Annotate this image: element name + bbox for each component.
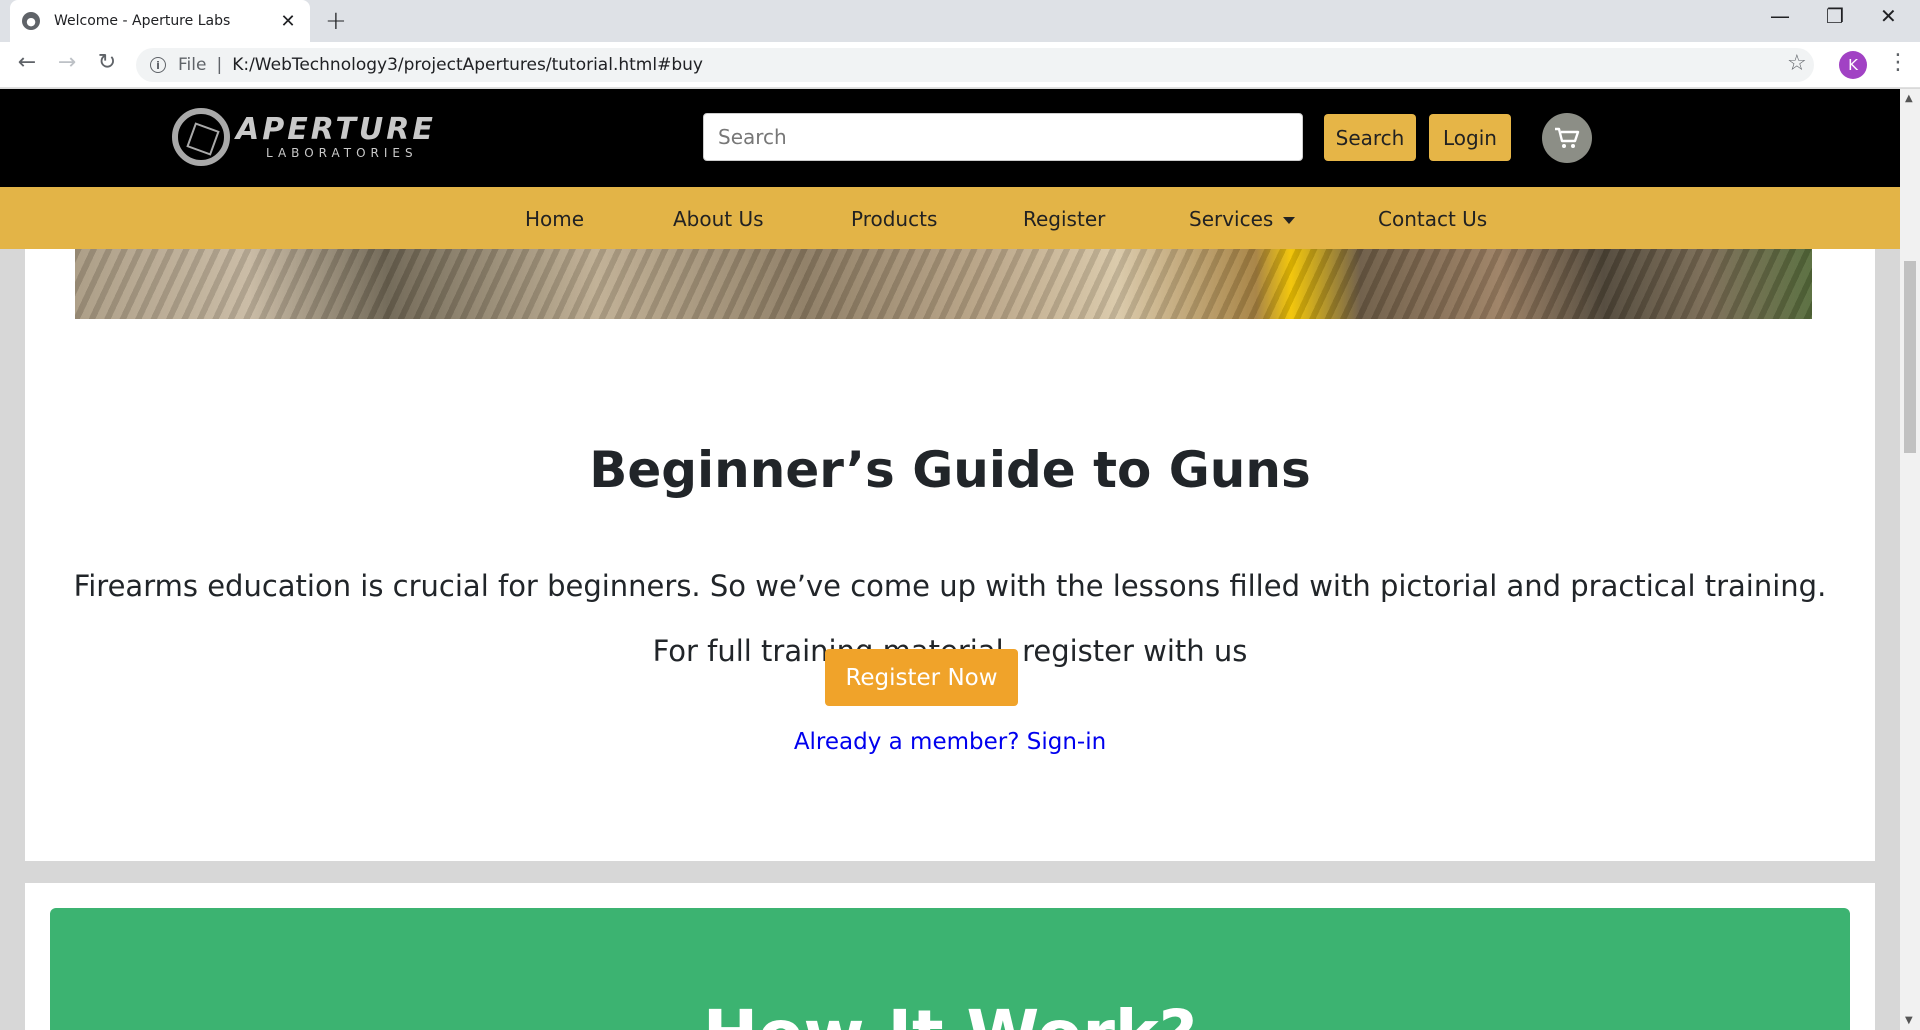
search-input[interactable] xyxy=(703,113,1303,161)
globe-icon: ● xyxy=(22,12,40,30)
scrollbar-thumb[interactable] xyxy=(1904,261,1916,453)
page-scrollbar[interactable]: ▲ ▼ xyxy=(1900,89,1920,1030)
nav-contact-us[interactable]: Contact Us xyxy=(1378,207,1487,231)
logo-word: APERTURE xyxy=(236,112,436,147)
forward-icon[interactable]: → xyxy=(52,50,82,75)
site-header: APERTURE LABORATORIES Search Login xyxy=(0,89,1900,187)
search-button[interactable]: Search xyxy=(1324,114,1416,161)
url-text: K:/WebTechnology3/projectApertures/tutor… xyxy=(232,55,703,75)
cart-icon xyxy=(1555,127,1580,148)
nav-about-us[interactable]: About Us xyxy=(673,207,764,231)
guide-section: Beginner’s Guide to Guns Firearms educat… xyxy=(25,249,1875,861)
info-icon[interactable]: i xyxy=(150,57,166,73)
restore-icon[interactable]: ❐ xyxy=(1826,4,1844,28)
how-it-works-section: How It Work? xyxy=(25,883,1875,1030)
main-nav: Home About Us Products Register Services… xyxy=(0,187,1900,249)
nav-services[interactable]: Services xyxy=(1189,207,1296,231)
reload-icon[interactable]: ↻ xyxy=(92,50,122,75)
browser-tab-bar: ● Welcome - Aperture Labs ✕ + — ❐ ✕ xyxy=(0,0,1920,42)
minimize-icon[interactable]: — xyxy=(1770,4,1790,28)
nav-register[interactable]: Register xyxy=(1023,207,1105,231)
close-tab-icon[interactable]: ✕ xyxy=(278,11,298,32)
window-close-icon[interactable]: ✕ xyxy=(1880,4,1897,28)
nav-products[interactable]: Products xyxy=(851,207,937,231)
tab-title: Welcome - Aperture Labs xyxy=(54,13,231,29)
profile-avatar[interactable]: K xyxy=(1839,51,1867,79)
browser-tab[interactable]: ● Welcome - Aperture Labs ✕ xyxy=(10,0,310,42)
omnibox[interactable]: i File | K:/WebTechnology3/projectApertu… xyxy=(136,48,1814,82)
aperture-logo[interactable]: APERTURE LABORATORIES xyxy=(172,108,436,166)
guide-title: Beginner’s Guide to Guns xyxy=(589,441,1311,499)
scroll-down-icon[interactable]: ▼ xyxy=(1905,1015,1913,1026)
guide-description: Firearms education is crucial for beginn… xyxy=(73,569,1827,603)
logo-subtitle: LABORATORIES xyxy=(266,146,418,160)
aperture-logo-icon xyxy=(172,108,230,166)
url-scheme: File xyxy=(178,55,207,75)
register-now-button[interactable]: Register Now xyxy=(825,649,1018,706)
scroll-up-icon[interactable]: ▲ xyxy=(1905,93,1913,104)
bookmark-star-icon[interactable]: ☆ xyxy=(1787,51,1807,76)
hero-image xyxy=(75,249,1812,319)
nav-home[interactable]: Home xyxy=(525,207,584,231)
how-it-works-banner: How It Work? xyxy=(50,908,1850,1030)
browser-menu-icon[interactable]: ⋮ xyxy=(1887,50,1909,75)
how-it-works-title: How It Work? xyxy=(50,996,1850,1030)
caret-down-icon xyxy=(1283,217,1296,224)
signin-link[interactable]: Already a member? Sign-in xyxy=(25,729,1875,755)
page-viewport: APERTURE LABORATORIES Search Login Home … xyxy=(0,89,1900,1030)
address-bar: ← → ↻ i File | K:/WebTechnology3/project… xyxy=(0,42,1920,88)
login-button[interactable]: Login xyxy=(1429,114,1511,161)
url-separator: | xyxy=(216,55,223,75)
back-icon[interactable]: ← xyxy=(12,50,42,75)
new-tab-icon[interactable]: + xyxy=(325,6,347,36)
nav-services-label: Services xyxy=(1189,207,1274,231)
cart-button[interactable] xyxy=(1542,113,1592,163)
